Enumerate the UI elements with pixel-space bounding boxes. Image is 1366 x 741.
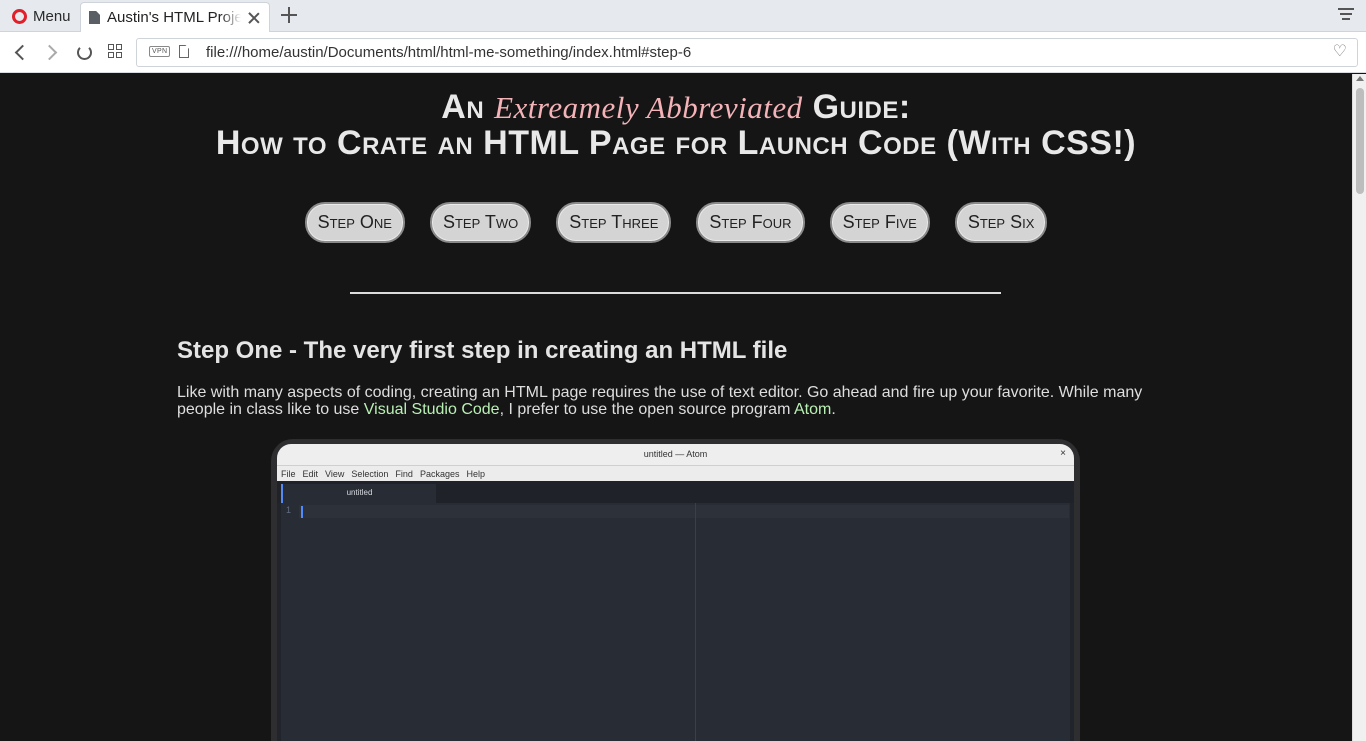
atom-menu-packages: Packages [419,468,460,479]
step-five-button[interactable]: Step Five [829,202,930,243]
atom-active-line [299,505,1069,518]
atom-titlebar: untitled — Atom × [277,444,1074,466]
para-text-3: . [831,401,836,418]
scroll-thumb[interactable] [1356,88,1364,194]
page-title-line2: How to Crate an HTML Page for Launch Cod… [215,124,1137,162]
url-text[interactable]: file:///home/austin/Documents/html/html-… [206,44,691,61]
atom-window-title: untitled — Atom [643,449,708,459]
atom-link[interactable]: Atom [794,401,831,418]
new-tab-plus-icon[interactable] [280,6,298,24]
atom-text-cursor [301,506,303,518]
page-title-line1: An Extreamely Abbreviated Guide: [0,88,1352,127]
address-toolbar: VPN file:///home/austin/Documents/html/h… [0,32,1366,73]
atom-tab-untitled: untitled [281,484,436,503]
title-prefix: An [441,88,485,126]
tab-title: Austin's HTML Project [107,9,241,26]
step-one-heading: Step One - The very first step in creati… [177,337,788,364]
scroll-up-arrow-icon[interactable] [1356,76,1364,81]
opera-logo-icon [12,8,27,24]
page-scrollbar[interactable] [1352,74,1366,741]
step-three-button[interactable]: Step Three [556,202,672,243]
para-text-2: , I prefer to use the open source progra… [499,401,794,418]
browser-tab[interactable]: Austin's HTML Project [80,2,270,32]
atom-menu-file: File [281,468,296,479]
atom-editor-pane: 1 [277,503,1074,741]
opera-menu-button[interactable]: Menu [6,4,77,28]
atom-menu-edit: Edit [302,468,319,479]
atom-menu-view: View [325,468,345,479]
forward-arrow-icon[interactable] [42,43,60,61]
browser-tab-strip: Menu Austin's HTML Project [0,0,1366,32]
speed-dial-icon[interactable] [107,43,125,61]
vpn-badge[interactable]: VPN [149,46,171,57]
tab-menu-icon[interactable] [1338,8,1354,22]
atom-menu-help: Help [466,468,485,479]
atom-wrap-guide [695,503,696,741]
reload-icon[interactable] [75,43,93,61]
title-suffix: Guide: [812,88,911,126]
url-field[interactable]: VPN file:///home/austin/Documents/html/h… [136,38,1358,67]
title-emphasis: Extreamely Abbreviated [494,90,803,125]
atom-tabbar: untitled [277,481,1074,503]
step-one-button[interactable]: Step One [304,202,405,243]
atom-editor-screenshot: untitled — Atom × File Edit View Selecti… [271,439,1080,741]
section-divider [350,292,1001,294]
page-content: An Extreamely Abbreviated Guide: How to … [0,74,1352,741]
back-arrow-icon[interactable] [11,43,29,61]
atom-menu-selection: Selection [351,468,389,479]
atom-menubar: File Edit View Selection Find Packages H… [277,466,1074,481]
step-one-paragraph: Like with many aspects of coding, creati… [177,384,1167,418]
step-six-button[interactable]: Step Six [954,202,1048,243]
step-two-button[interactable]: Step Two [429,202,532,243]
step-four-button[interactable]: Step Four [696,202,805,243]
page-info-icon[interactable] [179,45,189,58]
visual-studio-code-link[interactable]: Visual Studio Code [364,401,500,418]
bookmark-heart-icon[interactable]: ♡ [1333,44,1347,60]
atom-menu-find: Find [395,468,413,479]
step-navigation: Step One Step Two Step Three Step Four S… [0,202,1352,243]
close-tab-icon[interactable] [247,11,261,25]
atom-close-icon: × [1060,448,1066,459]
atom-line-number: 1 [286,505,292,515]
document-icon [89,11,100,24]
menu-label: Menu [33,7,71,25]
